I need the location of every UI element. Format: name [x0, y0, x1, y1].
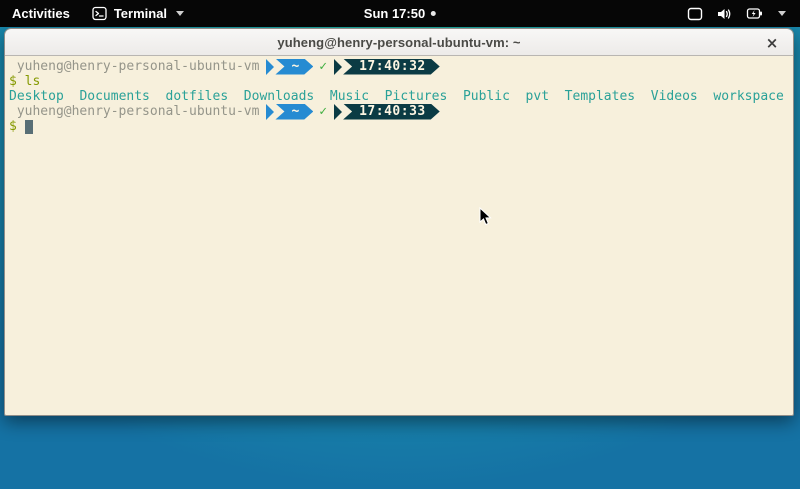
prompt-user-host: yuheng@henry-personal-ubuntu-vm: [17, 59, 260, 74]
directory-entry: Documents: [79, 89, 149, 104]
chevron-down-icon: [778, 11, 786, 16]
directory-entry: Music: [330, 89, 369, 104]
activities-button[interactable]: Activities: [0, 0, 82, 27]
system-status-menu[interactable]: [679, 0, 794, 27]
prompt-cwd: ~: [275, 104, 313, 120]
prompt-time-segment: 17:40:33: [334, 104, 440, 120]
directory-entry: Templates: [565, 89, 635, 104]
command-text: ls: [25, 74, 41, 89]
volume-icon: [716, 7, 733, 21]
powerline-arrow-icon: [334, 104, 342, 120]
app-menu-label: Terminal: [114, 6, 167, 21]
powerline-arrow-icon: [266, 104, 274, 120]
battery-charging-icon: [746, 7, 763, 20]
prompt-line-2: yuheng@henry-personal-ubuntu-vm ~ ✓ 17:4…: [9, 104, 789, 119]
prompt-symbol: $: [9, 74, 17, 89]
directory-entry: Videos: [651, 89, 698, 104]
prompt-time-segment: 17:40:32: [334, 59, 440, 75]
prompt-time: 17:40:32: [343, 59, 440, 75]
command-line: $ ls: [9, 74, 789, 89]
clock-label: Sun 17:50: [364, 6, 425, 21]
prompt-symbol: $: [9, 119, 17, 134]
terminal-window: yuheng@henry-personal-ubuntu-vm: ~ × yuh…: [4, 28, 794, 416]
prompt-time: 17:40:33: [343, 104, 440, 120]
status-check-icon: ✓: [319, 59, 327, 74]
input-line[interactable]: $: [9, 119, 789, 134]
prompt-line-1: yuheng@henry-personal-ubuntu-vm ~ ✓ 17:4…: [9, 59, 789, 74]
prompt-cwd-segment: ~: [266, 59, 313, 75]
directory-entry: Downloads: [244, 89, 314, 104]
prompt-cwd: ~: [275, 59, 313, 75]
directory-entry: Desktop: [9, 89, 64, 104]
ls-output-line: Desktop Documents dotfiles Downloads Mus…: [9, 89, 789, 104]
title-bar[interactable]: yuheng@henry-personal-ubuntu-vm: ~ ×: [5, 29, 793, 56]
activities-label: Activities: [12, 6, 70, 21]
status-check-icon: ✓: [319, 104, 327, 119]
top-bar: Activities Terminal Sun 17:50: [0, 0, 800, 27]
window-title: yuheng@henry-personal-ubuntu-vm: ~: [277, 35, 520, 50]
prompt-cwd-segment: ~: [266, 104, 313, 120]
text-cursor: [25, 120, 33, 134]
directory-entry: Pictures: [385, 89, 448, 104]
close-button[interactable]: ×: [761, 29, 783, 56]
prompt-user-host: yuheng@henry-personal-ubuntu-vm: [17, 104, 260, 119]
terminal-content[interactable]: yuheng@henry-personal-ubuntu-vm ~ ✓ 17:4…: [5, 56, 793, 415]
terminal-icon: [92, 6, 107, 21]
directory-entry: workspace: [713, 89, 783, 104]
powerline-arrow-icon: [334, 59, 342, 75]
notification-dot-icon: [431, 11, 436, 16]
chevron-down-icon: [176, 11, 184, 16]
powerline-arrow-icon: [266, 59, 274, 75]
clock-button[interactable]: Sun 17:50: [364, 0, 436, 27]
directory-entry: pvt: [526, 89, 549, 104]
directory-entry: dotfiles: [166, 89, 229, 104]
window-icon: [687, 7, 703, 21]
directory-entry: Public: [463, 89, 510, 104]
app-menu-button[interactable]: Terminal: [82, 0, 194, 27]
